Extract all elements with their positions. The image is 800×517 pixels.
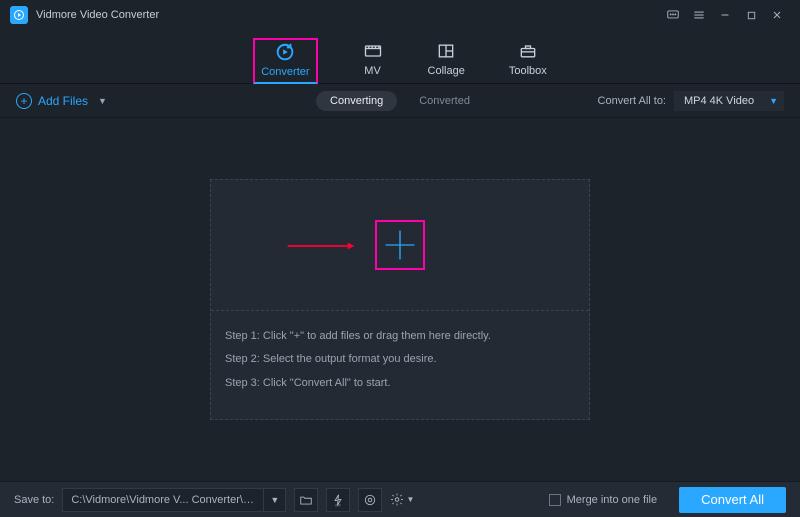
main-tabs: Converter MV Collage Toolbox (0, 30, 800, 84)
tab-collage-label: Collage (428, 65, 465, 77)
checkbox-icon (549, 494, 561, 506)
status-segmented: Converting Converted (316, 91, 484, 111)
mv-icon (362, 41, 384, 61)
open-folder-button[interactable] (294, 488, 318, 512)
tab-collage[interactable]: Collage (428, 41, 465, 83)
segment-converting[interactable]: Converting (316, 91, 397, 111)
segment-converted[interactable]: Converted (405, 91, 484, 111)
tab-converter[interactable]: Converter (253, 38, 317, 84)
minimize-button[interactable] (712, 4, 738, 26)
plus-circle-icon: + (16, 93, 32, 109)
toolbar: + Add Files ▼ Converting Converted Conve… (0, 84, 800, 118)
app-logo (10, 6, 28, 24)
annotation-arrow (271, 242, 371, 250)
tab-mv[interactable]: MV (362, 41, 384, 83)
merge-checkbox[interactable]: Merge into one file (549, 494, 658, 506)
bottom-bar: Save to: C:\Vidmore\Vidmore V... Convert… (0, 481, 800, 517)
merge-label: Merge into one file (567, 494, 658, 506)
converter-icon (274, 42, 296, 62)
convert-all-to: Convert All to: MP4 4K Video ▼ (598, 91, 784, 111)
settings-button[interactable]: ▼ (390, 488, 414, 512)
tab-converter-label: Converter (261, 66, 309, 78)
save-path-dropdown[interactable]: ▼ (263, 489, 285, 511)
hardware-accel-button[interactable]: OFF (326, 488, 350, 512)
maximize-button[interactable] (738, 4, 764, 26)
chevron-down-icon: ▼ (406, 495, 414, 504)
instruction-steps: Step 1: Click "+" to add files or drag t… (211, 311, 589, 418)
collage-icon (435, 41, 457, 61)
convert-all-button[interactable]: Convert All (679, 487, 786, 513)
save-path[interactable]: C:\Vidmore\Vidmore V... Converter\Conver… (63, 494, 263, 506)
main-area: Step 1: Click "+" to add files or drag t… (0, 118, 800, 481)
step-2: Step 2: Select the output format you des… (225, 348, 575, 371)
title-bar: Vidmore Video Converter (0, 0, 800, 30)
add-files-plus[interactable] (375, 220, 425, 270)
toolbox-icon (517, 41, 539, 61)
high-speed-button[interactable] (358, 488, 382, 512)
save-to-label: Save to: (14, 494, 54, 506)
app-title: Vidmore Video Converter (36, 9, 159, 21)
svg-text:OFF: OFF (335, 503, 341, 507)
drop-zone[interactable]: Step 1: Click "+" to add files or drag t… (210, 179, 590, 419)
step-1: Step 1: Click "+" to add files or drag t… (225, 325, 575, 348)
chevron-down-icon: ▼ (98, 96, 107, 106)
step-3: Step 3: Click "Convert All" to start. (225, 372, 575, 395)
output-format-value: MP4 4K Video (684, 95, 754, 107)
save-path-box: C:\Vidmore\Vidmore V... Converter\Conver… (62, 488, 286, 512)
add-files-label: Add Files (38, 94, 88, 108)
output-format-dropdown[interactable]: MP4 4K Video ▼ (674, 91, 784, 111)
add-files-button[interactable]: + Add Files ▼ (16, 93, 107, 109)
feedback-icon[interactable] (660, 4, 686, 26)
chevron-down-icon: ▼ (769, 96, 778, 106)
tab-mv-label: MV (364, 65, 381, 77)
menu-icon[interactable] (686, 4, 712, 26)
close-button[interactable] (764, 4, 790, 26)
convert-all-to-label: Convert All to: (598, 95, 666, 107)
tab-toolbox-label: Toolbox (509, 65, 547, 77)
tab-toolbox[interactable]: Toolbox (509, 41, 547, 83)
